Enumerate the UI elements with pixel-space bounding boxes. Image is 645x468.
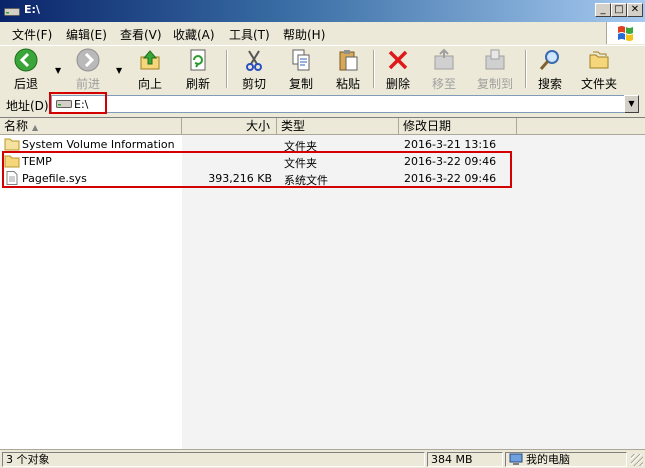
scissors-icon xyxy=(246,50,262,71)
title-bar[interactable]: E:\ _ □ ✕ xyxy=(0,0,645,22)
my-computer-icon xyxy=(509,453,523,465)
maximize-button[interactable]: □ xyxy=(611,3,627,17)
status-object-count: 3 个对象 xyxy=(2,452,425,467)
column-header-name[interactable]: 名称 ▲ xyxy=(0,118,182,135)
column-header-empty xyxy=(517,118,645,135)
rows-highlight-box xyxy=(2,151,512,188)
copy-to-button[interactable]: 复制到 xyxy=(470,48,520,91)
folder-icon xyxy=(4,138,20,151)
forward-button[interactable]: 前进 xyxy=(68,48,108,91)
toolbar-separator xyxy=(226,50,228,88)
explorer-window: E:\ _ □ ✕ 文件(F) 编辑(E) 查看(V) 收藏(A) 工具(T) … xyxy=(0,0,645,468)
address-input[interactable]: E:\ xyxy=(51,95,625,113)
address-dropdown-button[interactable]: ▼ xyxy=(624,95,639,113)
copy-icon xyxy=(292,49,310,71)
column-header-modified[interactable]: 修改日期 xyxy=(399,118,517,135)
toolbar-separator xyxy=(525,50,527,88)
column-header-type[interactable]: 类型 xyxy=(277,118,399,135)
forward-dropdown-icon[interactable]: ▼ xyxy=(116,66,122,75)
windows-logo xyxy=(606,22,645,44)
column-header-size[interactable]: 大小 xyxy=(182,118,277,135)
back-button[interactable]: 后退 xyxy=(6,48,46,91)
status-bar: 3 个对象 384 MB 我的电脑 xyxy=(0,449,645,468)
address-highlight-box xyxy=(49,92,107,114)
copy-to-icon xyxy=(485,49,505,70)
close-button[interactable]: ✕ xyxy=(627,3,643,17)
menu-edit[interactable]: 编辑(E) xyxy=(66,26,107,43)
menu-help[interactable]: 帮助(H) xyxy=(283,26,325,43)
refresh-button[interactable]: 刷新 xyxy=(178,48,218,91)
toolbar: 后退 ▼ 前进 ▼ 向上 刷新 剪切 复制 粘贴 删除 移至 复制到 搜索 文件… xyxy=(0,45,645,93)
move-to-icon xyxy=(434,48,454,70)
back-arrow-icon xyxy=(14,48,38,72)
folder-up-icon xyxy=(140,50,160,70)
file-name: System Volume Information xyxy=(22,138,175,151)
address-label: 地址(D) xyxy=(6,99,49,113)
status-size: 384 MB xyxy=(427,452,503,467)
delete-x-icon xyxy=(388,50,408,70)
windows-flag-icon xyxy=(618,26,633,41)
file-modified: 2016-3-21 13:16 xyxy=(404,138,497,151)
menu-bar: 文件(F) 编辑(E) 查看(V) 收藏(A) 工具(T) 帮助(H) xyxy=(0,22,645,44)
cut-button[interactable]: 剪切 xyxy=(234,48,274,91)
folders-icon xyxy=(589,51,609,69)
back-dropdown-icon[interactable]: ▼ xyxy=(55,66,61,75)
window-title: E:\ xyxy=(24,3,40,16)
paste-icon xyxy=(339,50,358,71)
search-icon xyxy=(539,50,559,70)
up-button[interactable]: 向上 xyxy=(130,48,170,91)
move-to-button[interactable]: 移至 xyxy=(424,48,464,91)
folders-button[interactable]: 文件夹 xyxy=(576,48,622,91)
menu-favorites[interactable]: 收藏(A) xyxy=(173,26,215,43)
search-button[interactable]: 搜索 xyxy=(530,48,570,91)
menu-file[interactable]: 文件(F) xyxy=(12,26,52,43)
sort-ascending-icon: ▲ xyxy=(32,123,39,132)
drive-icon xyxy=(4,8,20,16)
menu-view[interactable]: 查看(V) xyxy=(120,26,162,43)
menu-tools[interactable]: 工具(T) xyxy=(229,26,270,43)
forward-arrow-icon xyxy=(76,48,100,72)
delete-button[interactable]: 删除 xyxy=(378,48,418,91)
minimize-button[interactable]: _ xyxy=(595,3,611,17)
paste-button[interactable]: 粘贴 xyxy=(328,48,368,91)
copy-button[interactable]: 复制 xyxy=(281,48,321,91)
toolbar-separator xyxy=(373,50,375,88)
refresh-icon xyxy=(190,49,206,71)
status-location: 我的电脑 xyxy=(505,452,627,467)
resize-grip[interactable] xyxy=(631,454,643,466)
